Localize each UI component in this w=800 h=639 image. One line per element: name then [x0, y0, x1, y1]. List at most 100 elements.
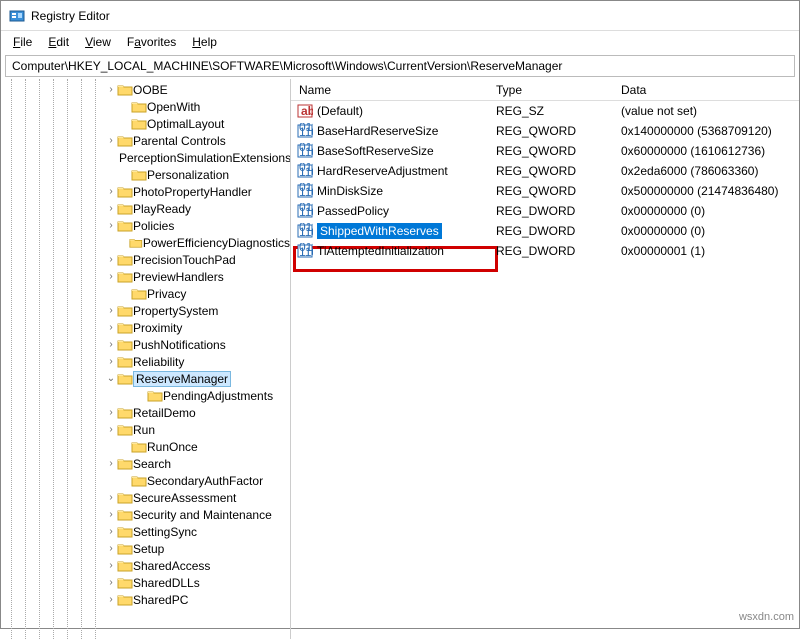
folder-icon: [147, 389, 163, 403]
expand-icon[interactable]: ›: [105, 271, 117, 282]
column-name[interactable]: Name: [291, 83, 496, 97]
tree-item[interactable]: ›PhotoPropertyHandler: [1, 183, 290, 200]
value-name: BaseHardReserveSize: [317, 124, 438, 138]
folder-icon: [117, 355, 133, 369]
folder-icon: [117, 321, 133, 335]
expand-icon[interactable]: ›: [105, 356, 117, 367]
value-row[interactable]: BaseHardReserveSizeREG_QWORD0x140000000 …: [291, 121, 799, 141]
expand-icon[interactable]: ›: [105, 424, 117, 435]
expand-icon[interactable]: ›: [105, 509, 117, 520]
expand-icon[interactable]: ›: [105, 84, 117, 95]
expand-icon[interactable]: ›: [105, 577, 117, 588]
menu-view[interactable]: View: [77, 33, 119, 51]
tree-item-label: SecondaryAuthFactor: [147, 474, 263, 488]
tree-item-label: OOBE: [133, 83, 168, 97]
tree-item[interactable]: ›Policies: [1, 217, 290, 234]
tree-item[interactable]: ›SharedAccess: [1, 557, 290, 574]
value-name: MinDiskSize: [317, 184, 383, 198]
expand-icon[interactable]: ›: [105, 560, 117, 571]
tree-item[interactable]: ›PlayReady: [1, 200, 290, 217]
address-bar[interactable]: Computer\HKEY_LOCAL_MACHINE\SOFTWARE\Mic…: [5, 55, 795, 77]
value-data: 0x60000000 (1610612736): [621, 144, 799, 158]
expand-icon[interactable]: ›: [105, 305, 117, 316]
tree-item-label: SecureAssessment: [133, 491, 236, 505]
expand-icon[interactable]: ›: [105, 339, 117, 350]
folder-icon: [131, 474, 147, 488]
tree-pane[interactable]: › OOBEOpenWith OptimalLayout › Parental Cont…: [1, 79, 291, 639]
tree-item-label: OptimalLayout: [147, 117, 224, 131]
expand-icon[interactable]: ›: [105, 526, 117, 537]
tree-item[interactable]: PendingAdjustments: [1, 387, 290, 404]
expand-icon[interactable]: ›: [105, 186, 117, 197]
tree-item[interactable]: › OOBE: [1, 81, 290, 98]
tree-item[interactable]: RunOnce: [1, 438, 290, 455]
value-data: (value not set): [621, 104, 799, 118]
value-data: 0x140000000 (5368709120): [621, 124, 799, 138]
folder-icon: [117, 338, 133, 352]
tree-item[interactable]: ›RetailDemo: [1, 404, 290, 421]
folder-icon: [117, 491, 133, 505]
tree-item[interactable]: PerceptionSimulationExtensions: [1, 149, 290, 166]
values-pane[interactable]: Name Type Data (Default)REG_SZ(value not…: [291, 79, 799, 639]
value-row[interactable]: HardReserveAdjustmentREG_QWORD0x2eda6000…: [291, 161, 799, 181]
column-data[interactable]: Data: [621, 83, 799, 97]
tree-item[interactable]: › PushNotifications: [1, 336, 290, 353]
tree-item[interactable]: › SettingSync: [1, 523, 290, 540]
tree-item[interactable]: ›SharedDLLs: [1, 574, 290, 591]
value-row[interactable]: (Default)REG_SZ(value not set): [291, 101, 799, 121]
column-type[interactable]: Type: [496, 83, 621, 97]
tree-item[interactable]: ⌄ReserveManager: [1, 370, 290, 387]
tree-item[interactable]: ›Search: [1, 455, 290, 472]
tree-item[interactable]: ›PropertySystem: [1, 302, 290, 319]
expand-icon[interactable]: ›: [105, 135, 117, 146]
menu-file[interactable]: File: [5, 33, 40, 51]
value-data: 0x00000000 (0): [621, 224, 799, 238]
tree-item-label: PushNotifications: [133, 338, 226, 352]
tree-item[interactable]: PowerEfficiencyDiagnostics: [1, 234, 290, 251]
expand-icon[interactable]: ›: [105, 220, 117, 231]
tree-item[interactable]: ›PrecisionTouchPad: [1, 251, 290, 268]
tree-item[interactable]: › Security and Maintenance: [1, 506, 290, 523]
tree-item[interactable]: ›Proximity: [1, 319, 290, 336]
tree-item[interactable]: OpenWith: [1, 98, 290, 115]
columns-header[interactable]: Name Type Data: [291, 79, 799, 101]
folder-icon: [131, 287, 147, 301]
tree-item-label: Parental Controls: [133, 134, 226, 148]
tree-item[interactable]: › SecureAssessment: [1, 489, 290, 506]
tree-item[interactable]: ›Reliability: [1, 353, 290, 370]
value-row[interactable]: PassedPolicyREG_DWORD0x00000000 (0): [291, 201, 799, 221]
value-type: REG_QWORD: [496, 184, 621, 198]
folder-icon: [117, 372, 133, 386]
tree-item[interactable]: ›Setup: [1, 540, 290, 557]
value-row[interactable]: MinDiskSizeREG_QWORD0x500000000 (2147483…: [291, 181, 799, 201]
menu-help[interactable]: Help: [184, 33, 225, 51]
tree-item-label: PendingAdjustments: [163, 389, 273, 403]
expand-icon[interactable]: ›: [105, 254, 117, 265]
folder-icon: [117, 457, 133, 471]
tree-item[interactable]: ›SharedPC: [1, 591, 290, 608]
tree-item-label: SettingSync: [133, 525, 197, 539]
value-row[interactable]: TiAttemptedInitializationREG_DWORD0x0000…: [291, 241, 799, 261]
tree-item[interactable]: Privacy: [1, 285, 290, 302]
expand-icon[interactable]: ›: [105, 594, 117, 605]
menu-favorites[interactable]: Favorites: [119, 33, 184, 51]
menu-bar: File Edit View Favorites Help: [1, 31, 799, 53]
expand-icon[interactable]: ›: [105, 203, 117, 214]
folder-icon: [117, 593, 133, 607]
expand-icon[interactable]: ⌄: [105, 373, 117, 384]
expand-icon[interactable]: ›: [105, 458, 117, 469]
value-row[interactable]: ShippedWithReservesREG_DWORD0x00000000 (…: [291, 221, 799, 241]
expand-icon[interactable]: ›: [105, 407, 117, 418]
tree-item[interactable]: Personalization: [1, 166, 290, 183]
expand-icon[interactable]: ›: [105, 492, 117, 503]
value-row[interactable]: BaseSoftReserveSizeREG_QWORD0x60000000 (…: [291, 141, 799, 161]
menu-edit[interactable]: Edit: [40, 33, 77, 51]
tree-item[interactable]: › Parental Controls: [1, 132, 290, 149]
tree-item[interactable]: SecondaryAuthFactor: [1, 472, 290, 489]
tree-item-label: Security and Maintenance: [133, 508, 272, 522]
tree-item[interactable]: ›Run: [1, 421, 290, 438]
tree-item[interactable]: ›PreviewHandlers: [1, 268, 290, 285]
expand-icon[interactable]: ›: [105, 543, 117, 554]
tree-item[interactable]: OptimalLayout: [1, 115, 290, 132]
expand-icon[interactable]: ›: [105, 322, 117, 333]
